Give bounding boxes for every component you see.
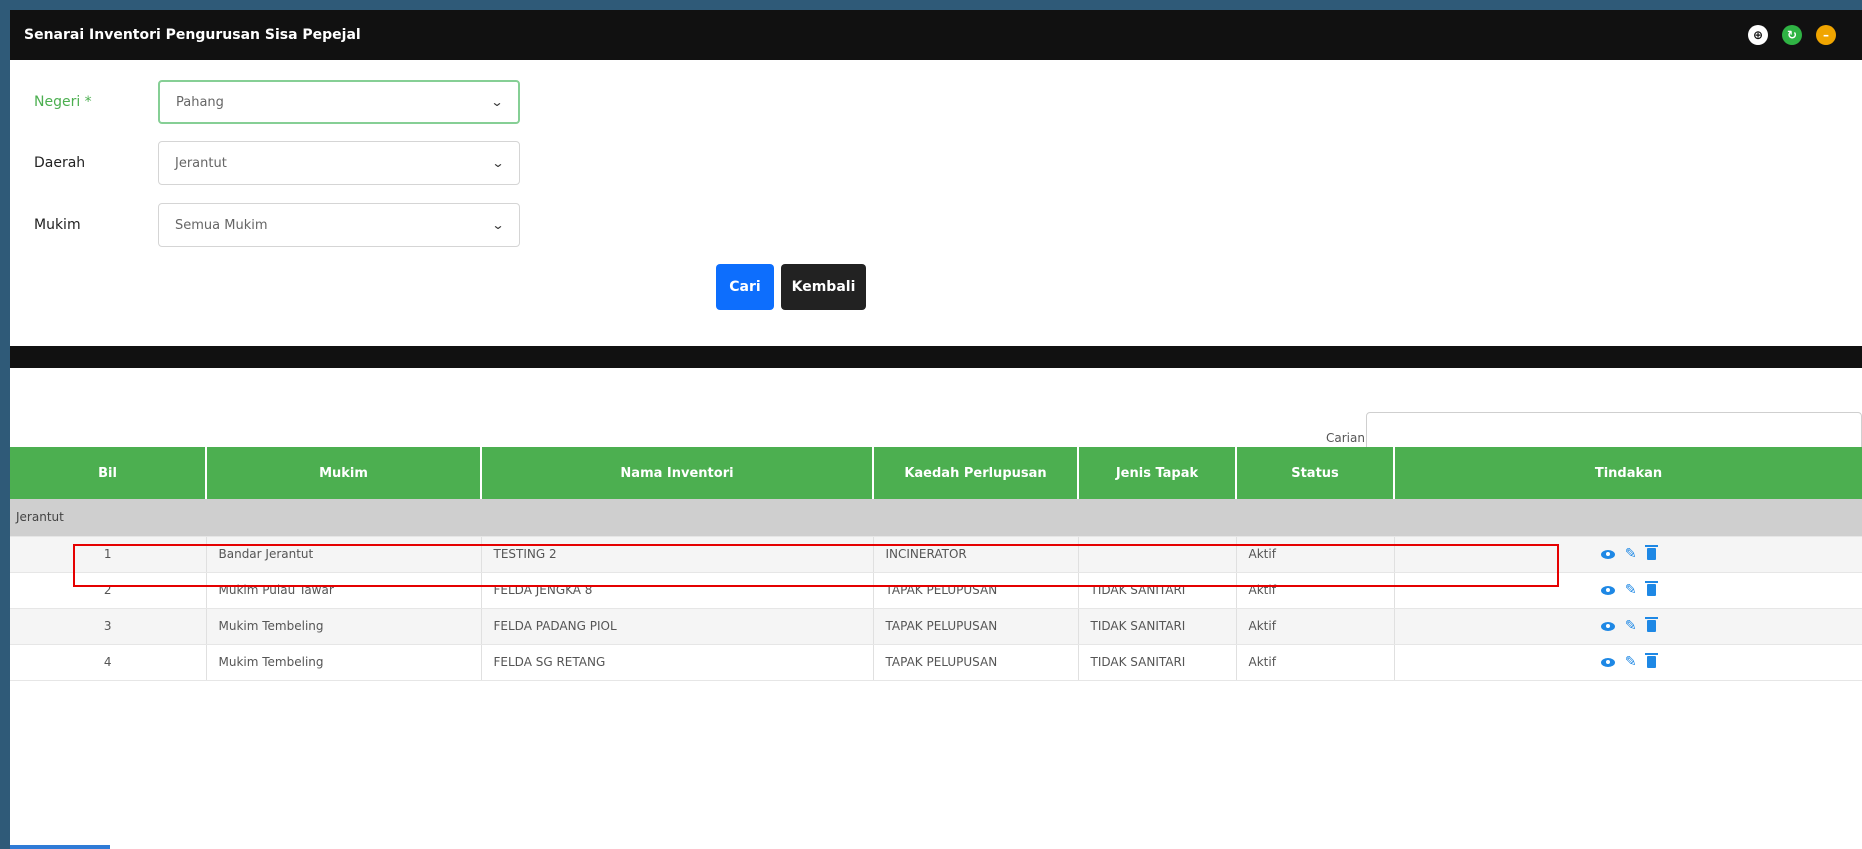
negeri-label: Negeri * [34,94,92,110]
mukim-label: Mukim [34,217,81,233]
cell-status: Aktif [1236,572,1395,609]
cell-bil: 4 [10,644,207,681]
cell-kaedah: TAPAK PELUPUSAN [873,572,1079,609]
negeri-row: Negeri * Pahang ⌄ [10,80,570,124]
chevron-down-icon: ⌄ [491,156,505,170]
scroll-indicator [10,845,110,849]
cell-status: Aktif [1236,536,1395,573]
delete-icon[interactable] [1644,545,1658,560]
table-row: 4 Mukim Tembeling FELDA SG RETANG TAPAK … [10,644,1862,681]
cell-nama: FELDA PADANG PIOL [481,608,874,645]
cell-status: Aktif [1236,608,1395,645]
refresh-icon[interactable]: ↻ [1782,25,1802,45]
daerah-value: Jerantut [175,155,227,171]
daerah-label: Daerah [34,155,86,171]
cell-status: Aktif [1236,644,1395,681]
negeri-value: Pahang [176,94,224,110]
cell-kaedah: TAPAK PELUPUSAN [873,644,1079,681]
group-row: Jerantut [10,499,1862,537]
table-header: Bil Mukim Nama Inventori Kaedah Perlupus… [10,447,1862,499]
column-header-mukim[interactable]: Mukim [206,447,482,499]
cell-mukim: Bandar Jerantut [206,536,482,573]
edit-icon[interactable]: ✎ [1625,582,1637,598]
cell-actions: ✎ [1394,608,1862,645]
window-header: Senarai Inventori Pengurusan Sisa Pepeja… [10,10,1862,60]
cell-nama: FELDA SG RETANG [481,644,874,681]
column-header-jenis-tapak[interactable]: Jenis Tapak [1078,447,1237,499]
column-header-status[interactable]: Status [1236,447,1395,499]
inventory-table: Bil Mukim Nama Inventori Kaedah Perlupus… [10,447,1862,681]
cell-jenis [1078,536,1237,573]
cell-nama: FELDA JENGKA 8 [481,572,874,609]
cell-mukim: Mukim Tembeling [206,644,482,681]
edit-icon[interactable]: ✎ [1625,546,1637,562]
page-title: Senarai Inventori Pengurusan Sisa Pepeja… [24,27,361,43]
edit-icon[interactable]: ✎ [1625,618,1637,634]
edit-icon[interactable]: ✎ [1625,654,1637,670]
group-label: Jerantut [10,499,1862,537]
cell-jenis: TIDAK SANITARI [1078,608,1237,645]
delete-icon[interactable] [1644,581,1658,596]
cell-nama: TESTING 2 [481,536,874,573]
window-controls: ⊕ ↻ – [1748,25,1836,45]
minimize-icon[interactable]: – [1816,25,1836,45]
cell-bil: 1 [10,536,207,573]
cell-kaedah: INCINERATOR [873,536,1079,573]
cell-kaedah: TAPAK PELUPUSAN [873,608,1079,645]
view-icon[interactable] [1600,621,1615,631]
table-row: 3 Mukim Tembeling FELDA PADANG PIOL TAPA… [10,608,1862,645]
negeri-select[interactable]: Pahang ⌄ [158,80,520,124]
view-icon[interactable] [1600,657,1615,667]
column-header-nama-inventori[interactable]: Nama Inventori [481,447,874,499]
cell-mukim: Mukim Tembeling [206,608,482,645]
search-label: Carian: [1326,431,1370,445]
column-header-bil[interactable]: Bil [10,447,207,499]
delete-icon[interactable] [1644,617,1658,632]
daerah-select[interactable]: Jerantut ⌄ [158,141,520,185]
cell-jenis: TIDAK SANITARI [1078,572,1237,609]
chevron-down-icon: ⌄ [490,95,504,109]
view-icon[interactable] [1600,585,1615,595]
cell-actions: ✎ [1394,572,1862,609]
column-header-tindakan: Tindakan [1394,447,1862,499]
cell-actions: ✎ [1394,536,1862,573]
cell-mukim: Mukim Pulau Tawar [206,572,482,609]
mukim-select[interactable]: Semua Mukim ⌄ [158,203,520,247]
daerah-row: Daerah Jerantut ⌄ [10,141,570,185]
kembali-button[interactable]: Kembali [781,264,866,310]
chevron-down-icon: ⌄ [491,218,505,232]
expand-icon[interactable]: ⊕ [1748,25,1768,45]
view-icon[interactable] [1600,549,1615,559]
mukim-row: Mukim Semua Mukim ⌄ [10,203,570,247]
column-header-kaedah-perlupusan[interactable]: Kaedah Perlupusan [873,447,1079,499]
app-window: Senarai Inventori Pengurusan Sisa Pepeja… [10,10,1862,849]
cell-jenis: TIDAK SANITARI [1078,644,1237,681]
mukim-value: Semua Mukim [175,217,268,233]
table-row: 2 Mukim Pulau Tawar FELDA JENGKA 8 TAPAK… [10,572,1862,609]
table-row: 1 Bandar Jerantut TESTING 2 INCINERATOR … [10,536,1862,573]
cell-actions: ✎ [1394,644,1862,681]
cari-button[interactable]: Cari [716,264,774,310]
cell-bil: 3 [10,608,207,645]
delete-icon[interactable] [1644,653,1658,668]
cell-bil: 2 [10,572,207,609]
section-divider-bar [10,346,1862,368]
